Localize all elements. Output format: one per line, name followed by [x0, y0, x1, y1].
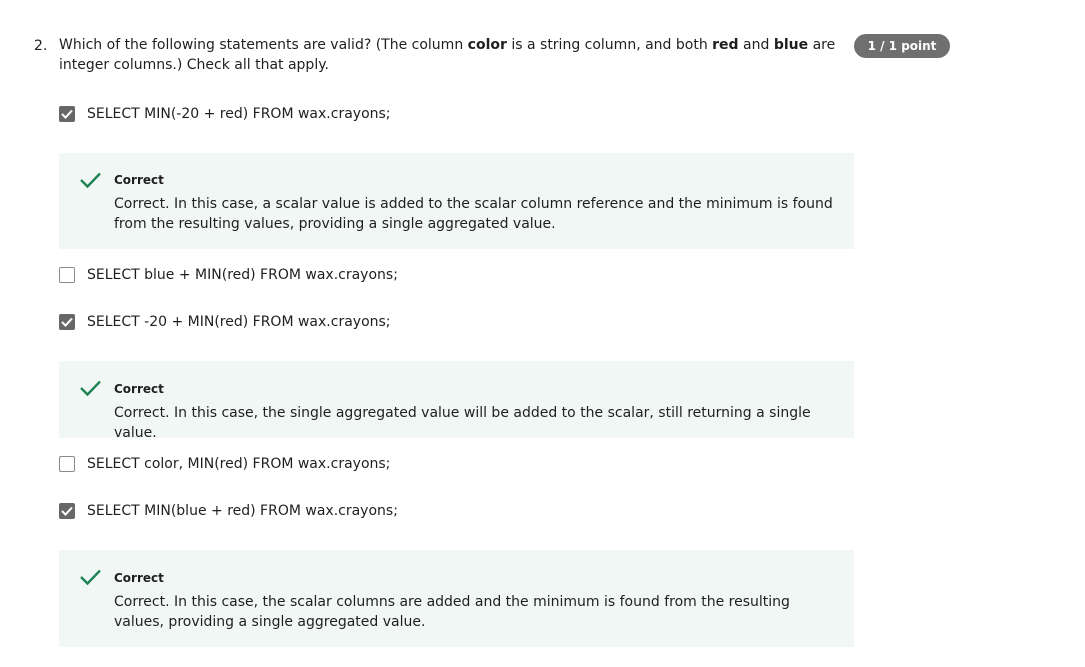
- checkbox-tick-icon: [61, 506, 73, 516]
- question-number: 2.: [34, 38, 48, 54]
- answer-option[interactable]: SELECT color, MIN(red) FROM wax.crayons;: [59, 453, 390, 475]
- option-label: SELECT blue + MIN(red) FROM wax.crayons;: [87, 267, 398, 283]
- answer-option[interactable]: SELECT -20 + MIN(red) FROM wax.crayons;: [59, 311, 391, 333]
- column-name-color: color: [467, 37, 507, 53]
- feedback-title: Correct: [114, 382, 164, 396]
- feedback-title: Correct: [114, 173, 164, 187]
- feedback-box: Correct Correct. In this case, the scala…: [59, 550, 854, 647]
- checkbox-checked[interactable]: [59, 503, 75, 519]
- check-icon: [80, 172, 101, 189]
- feedback-text: Correct. In this case, a scalar value is…: [114, 196, 833, 232]
- quiz-question: 2. Which of the following statements are…: [0, 0, 1085, 667]
- option-label: SELECT MIN(blue + red) FROM wax.crayons;: [87, 503, 398, 519]
- question-text-part: Which of the following statements are va…: [59, 37, 468, 53]
- check-icon: [80, 380, 101, 397]
- option-label: SELECT MIN(-20 + red) FROM wax.crayons;: [87, 106, 391, 122]
- checkbox-checked[interactable]: [59, 314, 75, 330]
- question-text-part: and: [738, 37, 774, 53]
- checkbox-tick-icon: [61, 317, 73, 327]
- question-text: Which of the following statements are va…: [59, 35, 839, 75]
- checkbox-unchecked[interactable]: [59, 267, 75, 283]
- option-label: SELECT -20 + MIN(red) FROM wax.crayons;: [87, 314, 391, 330]
- feedback-text: Correct. In this case, the scalar column…: [114, 594, 790, 630]
- checkbox-unchecked[interactable]: [59, 456, 75, 472]
- column-name-blue: blue: [773, 37, 809, 53]
- answer-option[interactable]: SELECT MIN(blue + red) FROM wax.crayons;: [59, 500, 398, 522]
- check-icon: [80, 569, 101, 586]
- option-label: SELECT color, MIN(red) FROM wax.crayons;: [87, 456, 391, 472]
- feedback-box: Correct Correct. In this case, a scalar …: [59, 153, 854, 249]
- question-text-part: is a string column, and both: [506, 37, 713, 53]
- column-name-red: red: [712, 37, 739, 53]
- checkbox-checked[interactable]: [59, 106, 75, 122]
- feedback-text: Correct. In this case, the single aggreg…: [114, 405, 811, 441]
- feedback-box: Correct Correct. In this case, the singl…: [59, 361, 854, 441]
- feedback-title: Correct: [114, 571, 164, 585]
- score-badge: 1 / 1 point: [854, 34, 950, 58]
- answer-option[interactable]: SELECT blue + MIN(red) FROM wax.crayons;: [59, 264, 398, 286]
- checkbox-tick-icon: [61, 109, 73, 119]
- answer-option[interactable]: SELECT MIN(-20 + red) FROM wax.crayons;: [59, 103, 391, 125]
